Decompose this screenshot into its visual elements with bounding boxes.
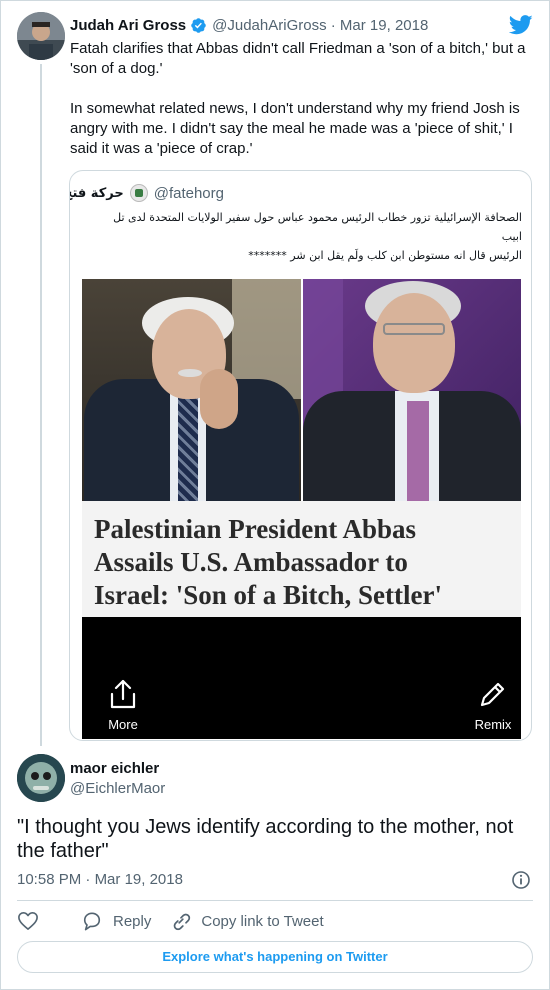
remix-label: Remix xyxy=(474,717,512,732)
verified-badge-icon xyxy=(191,17,206,33)
tweet-paragraph-2: In somewhat related news, I don't unders… xyxy=(70,100,520,157)
explore-twitter-button[interactable]: Explore what's happening on Twitter xyxy=(17,941,533,973)
meta-separator: · xyxy=(81,871,95,888)
heart-icon xyxy=(18,912,38,930)
reply-bubble-icon xyxy=(83,912,101,931)
quoted-tweet-text: الصحافة الإسرائيلية تزور خطاب الرئيس محم… xyxy=(82,208,522,265)
quoted-tweet[interactable]: حركة فتح @fatehorg الصحافة الإسرائيلية ت… xyxy=(69,170,532,741)
share-icon xyxy=(110,679,136,709)
headline-line: Palestinian President Abbas xyxy=(94,514,417,544)
tweet-actions: Reply Copy link to Tweet xyxy=(17,910,324,932)
quoted-text-line: الرئيس قال انه مستوطن ابن كلب ولَم يقل ا… xyxy=(248,249,522,262)
reply-author-avatar[interactable] xyxy=(17,754,65,802)
author-header: Judah Ari Gross @JudahAriGross · Mar 19,… xyxy=(70,15,428,35)
quoted-tweet-header: حركة فتح @fatehorg xyxy=(69,183,224,203)
reply-button[interactable]: Reply xyxy=(81,911,151,931)
reply-label: Reply xyxy=(113,912,152,930)
article-headline: Palestinian President Abbas Assails U.S.… xyxy=(82,501,521,617)
headline-line: Israel: 'Son of a Bitch, Settler' xyxy=(94,580,442,610)
tweet-time: 10:58 PM xyxy=(17,871,82,888)
more-label: More xyxy=(108,717,138,732)
link-icon xyxy=(174,913,191,931)
quoted-author-handle: @fatehorg xyxy=(153,184,224,202)
reply-text: "I thought you Jews identify according t… xyxy=(17,816,514,862)
reply-author-handle[interactable]: @EichlerMaor xyxy=(70,780,165,797)
quoted-author-avatar xyxy=(129,184,148,202)
tweet-timestamp[interactable]: 10:58 PM · Mar 19, 2018 xyxy=(17,871,183,888)
divider xyxy=(17,900,533,901)
photo-abbas xyxy=(82,279,301,501)
remix-button[interactable]: Remix xyxy=(463,679,523,732)
photo-friedman xyxy=(303,279,521,501)
tweet-paragraph-1: Fatah clarifies that Abbas didn't call F… xyxy=(70,40,526,77)
quoted-text-line: ابيب xyxy=(501,230,522,243)
quoted-media[interactable]: Palestinian President Abbas Assails U.S.… xyxy=(82,279,521,739)
quoted-text-line: الصحافة الإسرائيلية تزور خطاب الرئيس محم… xyxy=(113,211,522,224)
info-icon[interactable] xyxy=(511,870,531,890)
pencil-icon xyxy=(480,682,505,707)
reply-author-name[interactable]: maor eichler xyxy=(70,760,159,777)
more-button[interactable]: More xyxy=(98,679,148,732)
headline-line: Assails U.S. Ambassador to xyxy=(94,547,408,577)
media-action-bar: More Remix xyxy=(82,617,521,739)
tweet-date[interactable]: Mar 19, 2018 xyxy=(340,17,428,34)
tweet-body: Fatah clarifies that Abbas didn't call F… xyxy=(70,39,530,159)
author-name[interactable]: Judah Ari Gross xyxy=(70,17,186,34)
quoted-author-name: حركة فتح xyxy=(69,185,124,201)
author-avatar[interactable] xyxy=(17,12,65,60)
copy-link-button[interactable]: Copy link to Tweet xyxy=(171,911,324,931)
twitter-bird-icon[interactable] xyxy=(509,15,533,35)
copy-link-label: Copy link to Tweet xyxy=(201,912,324,930)
tweet-date: Mar 19, 2018 xyxy=(94,871,183,888)
like-button[interactable] xyxy=(17,911,49,931)
meta-separator: · xyxy=(326,16,340,34)
thread-connector-line xyxy=(40,64,42,746)
author-handle[interactable]: @JudahAriGross xyxy=(212,17,326,34)
